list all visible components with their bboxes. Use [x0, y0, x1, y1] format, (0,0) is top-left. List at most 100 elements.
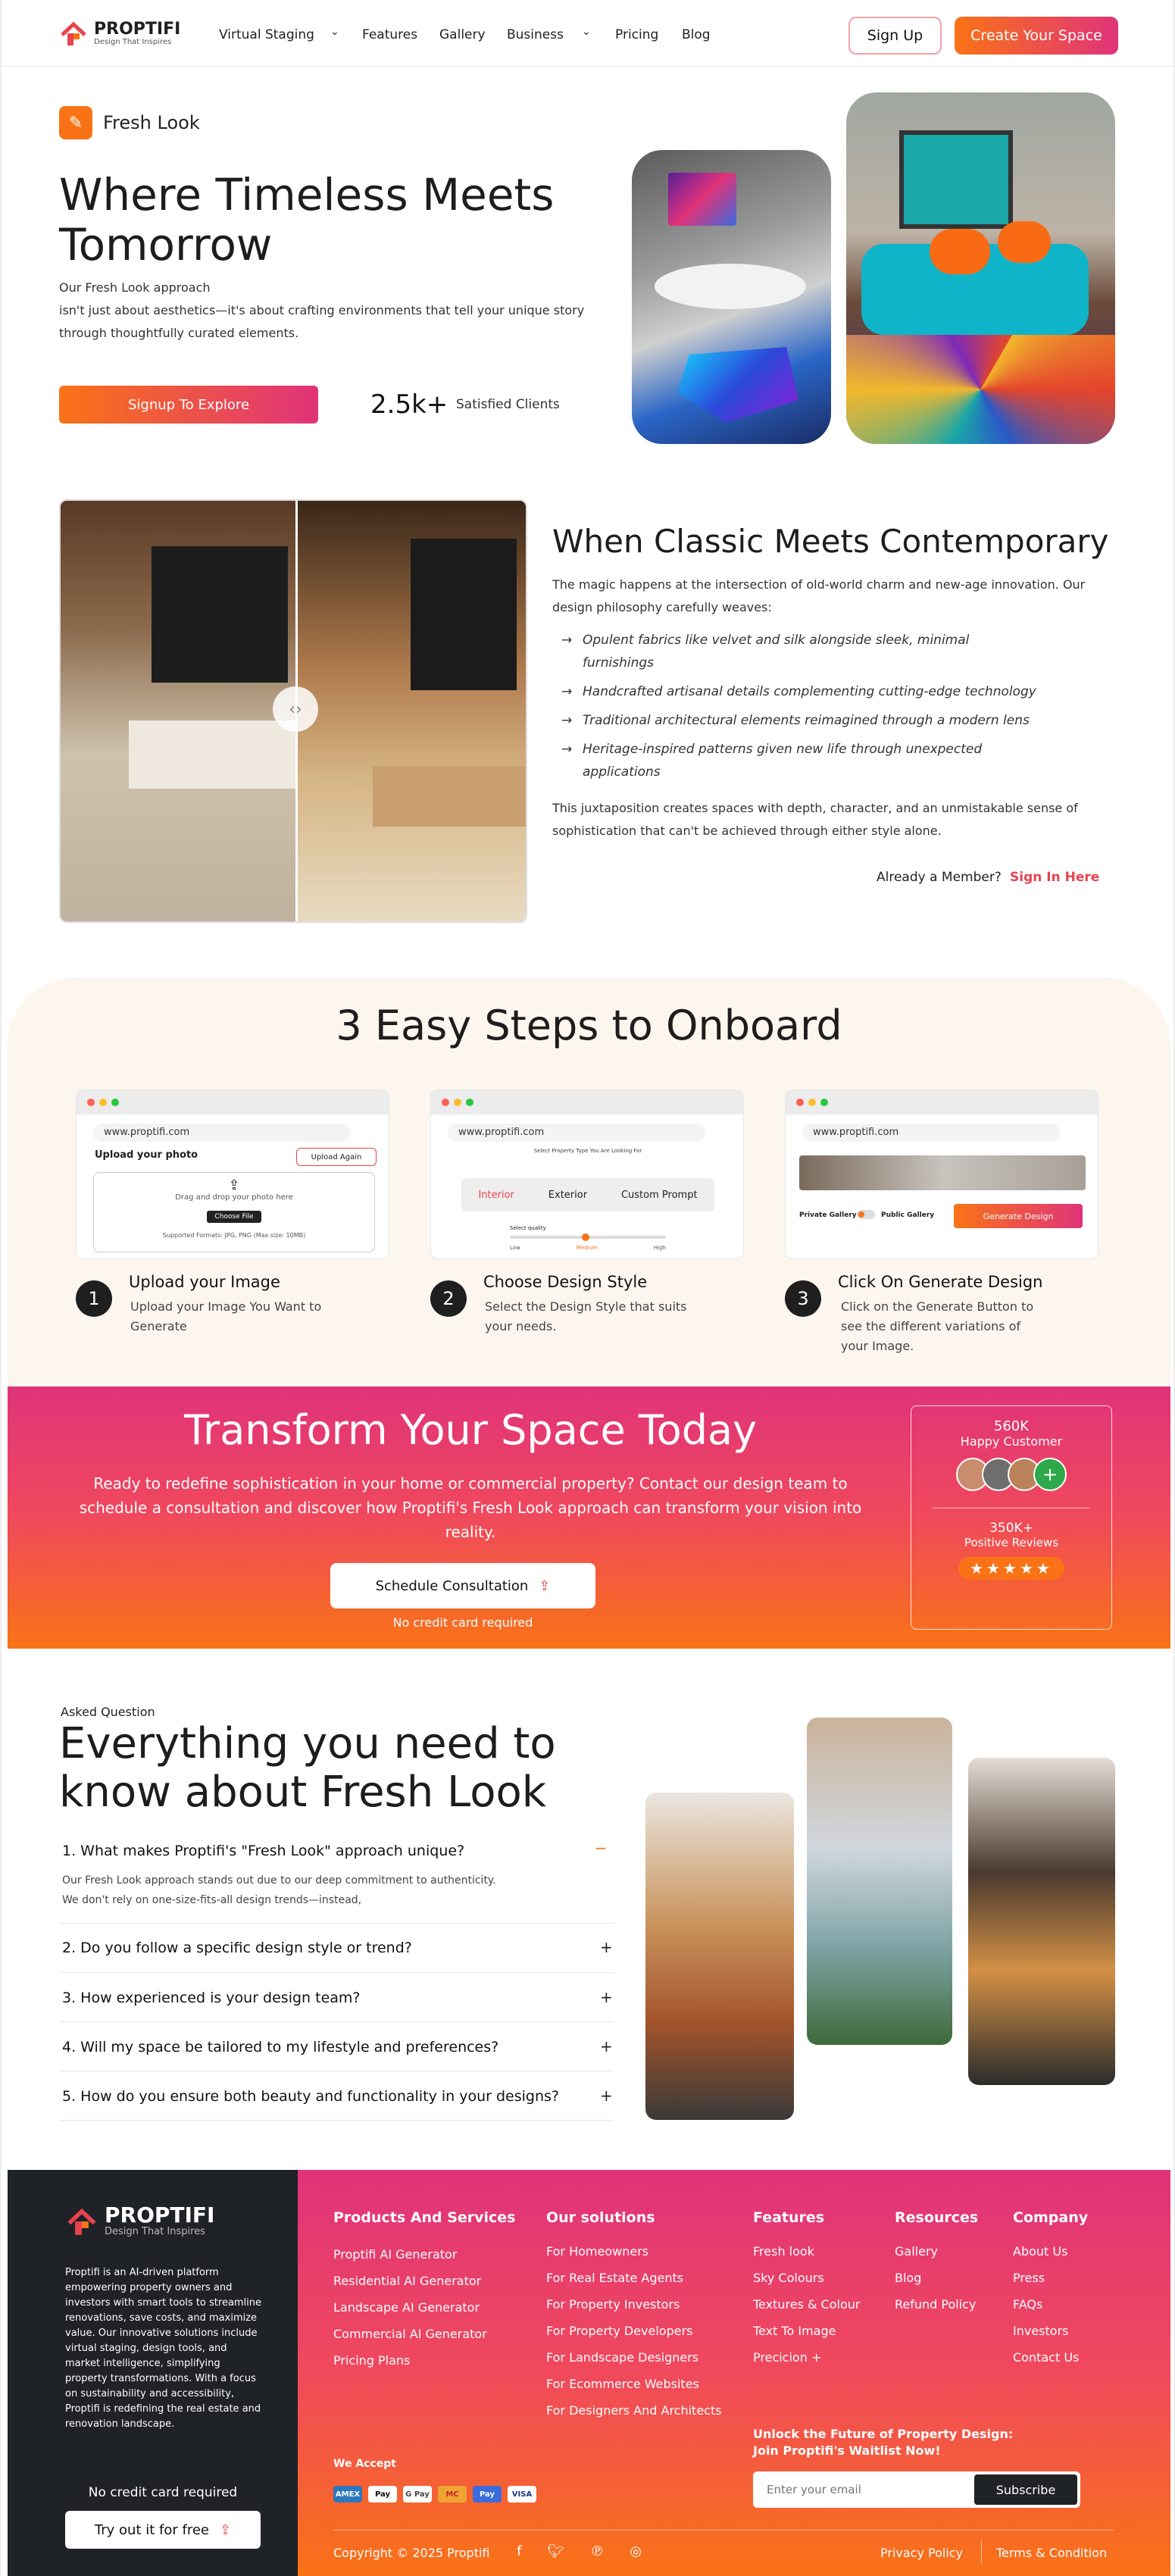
footer-link[interactable]: For Property Developers [546, 2318, 722, 2344]
hero-image-1 [632, 150, 831, 444]
slider-handle-icon[interactable]: ‹› [273, 686, 318, 732]
we-accept-label: We Accept [333, 2458, 396, 2470]
tab-interior[interactable]: Interior [478, 1190, 514, 1201]
footer-col-features: Fresh look Sky Colours Textures & Colour… [753, 2238, 860, 2371]
footer-col-products: Proptifi AI Generator Residential AI Gen… [333, 2241, 487, 2374]
footer-link[interactable]: For Designers And Architects [546, 2397, 722, 2424]
privacy-link[interactable]: Privacy Policy [880, 2546, 963, 2560]
footer-about: Proptifi is an AI-driven platform empowe… [65, 2267, 262, 2430]
list-item: Handcrafted artisanal details complement… [552, 680, 1037, 703]
classic-title: When Classic Meets Contemporary [552, 523, 1109, 560]
footer-link[interactable]: For Real Estate Agents [546, 2265, 722, 2291]
footer-link[interactable]: Contact Us [1013, 2344, 1079, 2371]
footer-link[interactable]: For Ecommerce Websites [546, 2371, 722, 2397]
drop-zone[interactable]: ⇪ Drag and drop your photo here Choose F… [93, 1172, 375, 1252]
no-cc-note: No credit card required [392, 1615, 533, 1630]
step-number: 1 [76, 1280, 112, 1317]
hero-text-1: Our Fresh Look approach [59, 280, 211, 295]
footer-link[interactable]: Blog [895, 2265, 976, 2291]
chevron-down-icon[interactable]: ⌄ [330, 26, 339, 38]
plus-icon[interactable]: + [600, 2037, 613, 2055]
footer-link[interactable]: Precicion + [753, 2344, 860, 2371]
sign-in-link[interactable]: Sign In Here [1010, 870, 1099, 885]
nav-business[interactable]: Business [507, 27, 564, 42]
nav-blog[interactable]: Blog [682, 27, 711, 42]
pencil-icon: ✎ [59, 106, 92, 139]
footer-logo[interactable]: PROPTIFI Design That Inspires [65, 2205, 214, 2237]
footer-link[interactable]: For Landscape Designers [546, 2344, 722, 2371]
upload-icon: ⇪ [228, 1177, 240, 1193]
nav-pricing[interactable]: Pricing [615, 27, 658, 42]
try-free-button[interactable]: Try out it for free ⇪ [65, 2511, 261, 2549]
footer-col-solutions: For Homeowners For Real Estate Agents Fo… [546, 2238, 722, 2424]
footer-link[interactable]: About Us [1013, 2238, 1079, 2265]
footer-link[interactable]: For Homeowners [546, 2238, 722, 2265]
footer-link[interactable]: For Property Investors [546, 2291, 722, 2318]
footer-link[interactable]: Investors [1013, 2318, 1079, 2344]
footer-link[interactable]: Pricing Plans [333, 2347, 487, 2374]
faq-answer-2: We don't rely on one-size-fits-all desig… [62, 1894, 362, 1906]
sign-up-button[interactable]: Sign Up [848, 17, 942, 55]
footer-link[interactable]: Sky Colours [753, 2265, 860, 2291]
facebook-icon[interactable]: f [517, 2543, 521, 2559]
footer-link[interactable]: Residential AI Generator [333, 2268, 487, 2294]
generate-design-button[interactable]: Generate Design [954, 1204, 1083, 1228]
footer-link[interactable]: Text To Image [753, 2318, 860, 2344]
schedule-button[interactable]: Schedule Consultation ⇪ [330, 1563, 595, 1608]
try-free-label: Try out it for free [94, 2521, 209, 2538]
plus-icon[interactable]: + [600, 1988, 613, 2006]
footer-link[interactable]: Refund Policy [895, 2291, 976, 2318]
step-desc: Click on the Generate Button to see the … [841, 1299, 1034, 1353]
hero-title: Where Timeless Meets Tomorrow [59, 169, 555, 270]
email-input[interactable] [753, 2471, 973, 2508]
nav-virtual-staging[interactable]: Virtual Staging [219, 27, 314, 42]
create-space-button[interactable]: Create Your Space [955, 17, 1118, 55]
footer-link[interactable]: Landscape AI Generator [333, 2294, 487, 2321]
faq-answer-1: Our Fresh Look approach stands out due t… [62, 1874, 496, 1887]
formats-text: Supported Formats: JPG, PNG (Max size: 1… [162, 1232, 306, 1239]
subscribe-button[interactable]: Subscribe [974, 2474, 1077, 2505]
public-gallery-label: Public Gallery [881, 1211, 935, 1219]
tab-exterior[interactable]: Exterior [548, 1190, 587, 1201]
footer-col-company: About Us Press FAQs Investors Contact Us [1013, 2238, 1079, 2371]
plus-icon[interactable]: + [600, 2087, 613, 2105]
gallery-preview [799, 1155, 1086, 1190]
waitlist-line-2: Join Proptifi's Waitlist Now! [753, 2443, 941, 2458]
gallery-toggle[interactable] [857, 1210, 875, 1219]
pinterest-icon[interactable]: ℗ [590, 2543, 604, 2559]
choose-file-button[interactable]: Choose File [207, 1211, 261, 1223]
terms-link[interactable]: Terms & Condition [996, 2546, 1107, 2560]
footer-link[interactable]: Proptifi AI Generator [333, 2241, 487, 2268]
nav-gallery[interactable]: Gallery [439, 27, 486, 42]
nav-features[interactable]: Features [362, 27, 417, 42]
step-number: 2 [430, 1280, 467, 1317]
stat-label: Satisfied Clients [456, 397, 560, 412]
faq-question-2[interactable]: 2. Do you follow a specific design style… [62, 1940, 412, 1956]
faq-question-3[interactable]: 3. How experienced is your design team? [62, 1990, 361, 2006]
stat-number: 2.5k+ [370, 389, 448, 420]
footer-link[interactable]: FAQs [1013, 2291, 1079, 2318]
footer-link[interactable]: Press [1013, 2265, 1079, 2291]
signup-explore-button[interactable]: Signup To Explore [59, 386, 318, 424]
add-icon: + [1033, 1458, 1067, 1491]
social-links: f 🐦︎ ℗ ◎ [517, 2543, 642, 2559]
plus-icon[interactable]: + [600, 1938, 613, 1956]
footer-link[interactable]: Textures & Colour [753, 2291, 860, 2318]
footer-link[interactable]: Gallery [895, 2238, 976, 2265]
brand-logo[interactable]: PROPTIFI Design That Inspires [59, 20, 180, 47]
upload-again-button[interactable]: Upload Again [296, 1148, 377, 1166]
quality-slider[interactable] [510, 1233, 666, 1241]
faq-question-4[interactable]: 4. Will my space be tailored to my lifes… [62, 2039, 498, 2055]
twitter-icon[interactable]: 🐦︎ [547, 2543, 564, 2559]
stat1-value: 560K [993, 1418, 1030, 1434]
chevron-down-icon[interactable]: ⌄ [582, 26, 591, 38]
instagram-icon[interactable]: ◎ [630, 2543, 642, 2559]
faq-question-5[interactable]: 5. How do you ensure both beauty and fun… [62, 2088, 559, 2105]
minus-icon[interactable]: − [595, 1839, 608, 1857]
member-text: Already a Member? [877, 870, 1002, 885]
faq-question-1[interactable]: 1. What makes Proptifi's "Fresh Look" ap… [62, 1843, 464, 1859]
tab-custom-prompt[interactable]: Custom Prompt [621, 1190, 698, 1201]
footer-link[interactable]: Fresh look [753, 2238, 860, 2265]
private-gallery-label: Private Gallery [799, 1211, 857, 1219]
footer-link[interactable]: Commercial AI Generator [333, 2321, 487, 2347]
